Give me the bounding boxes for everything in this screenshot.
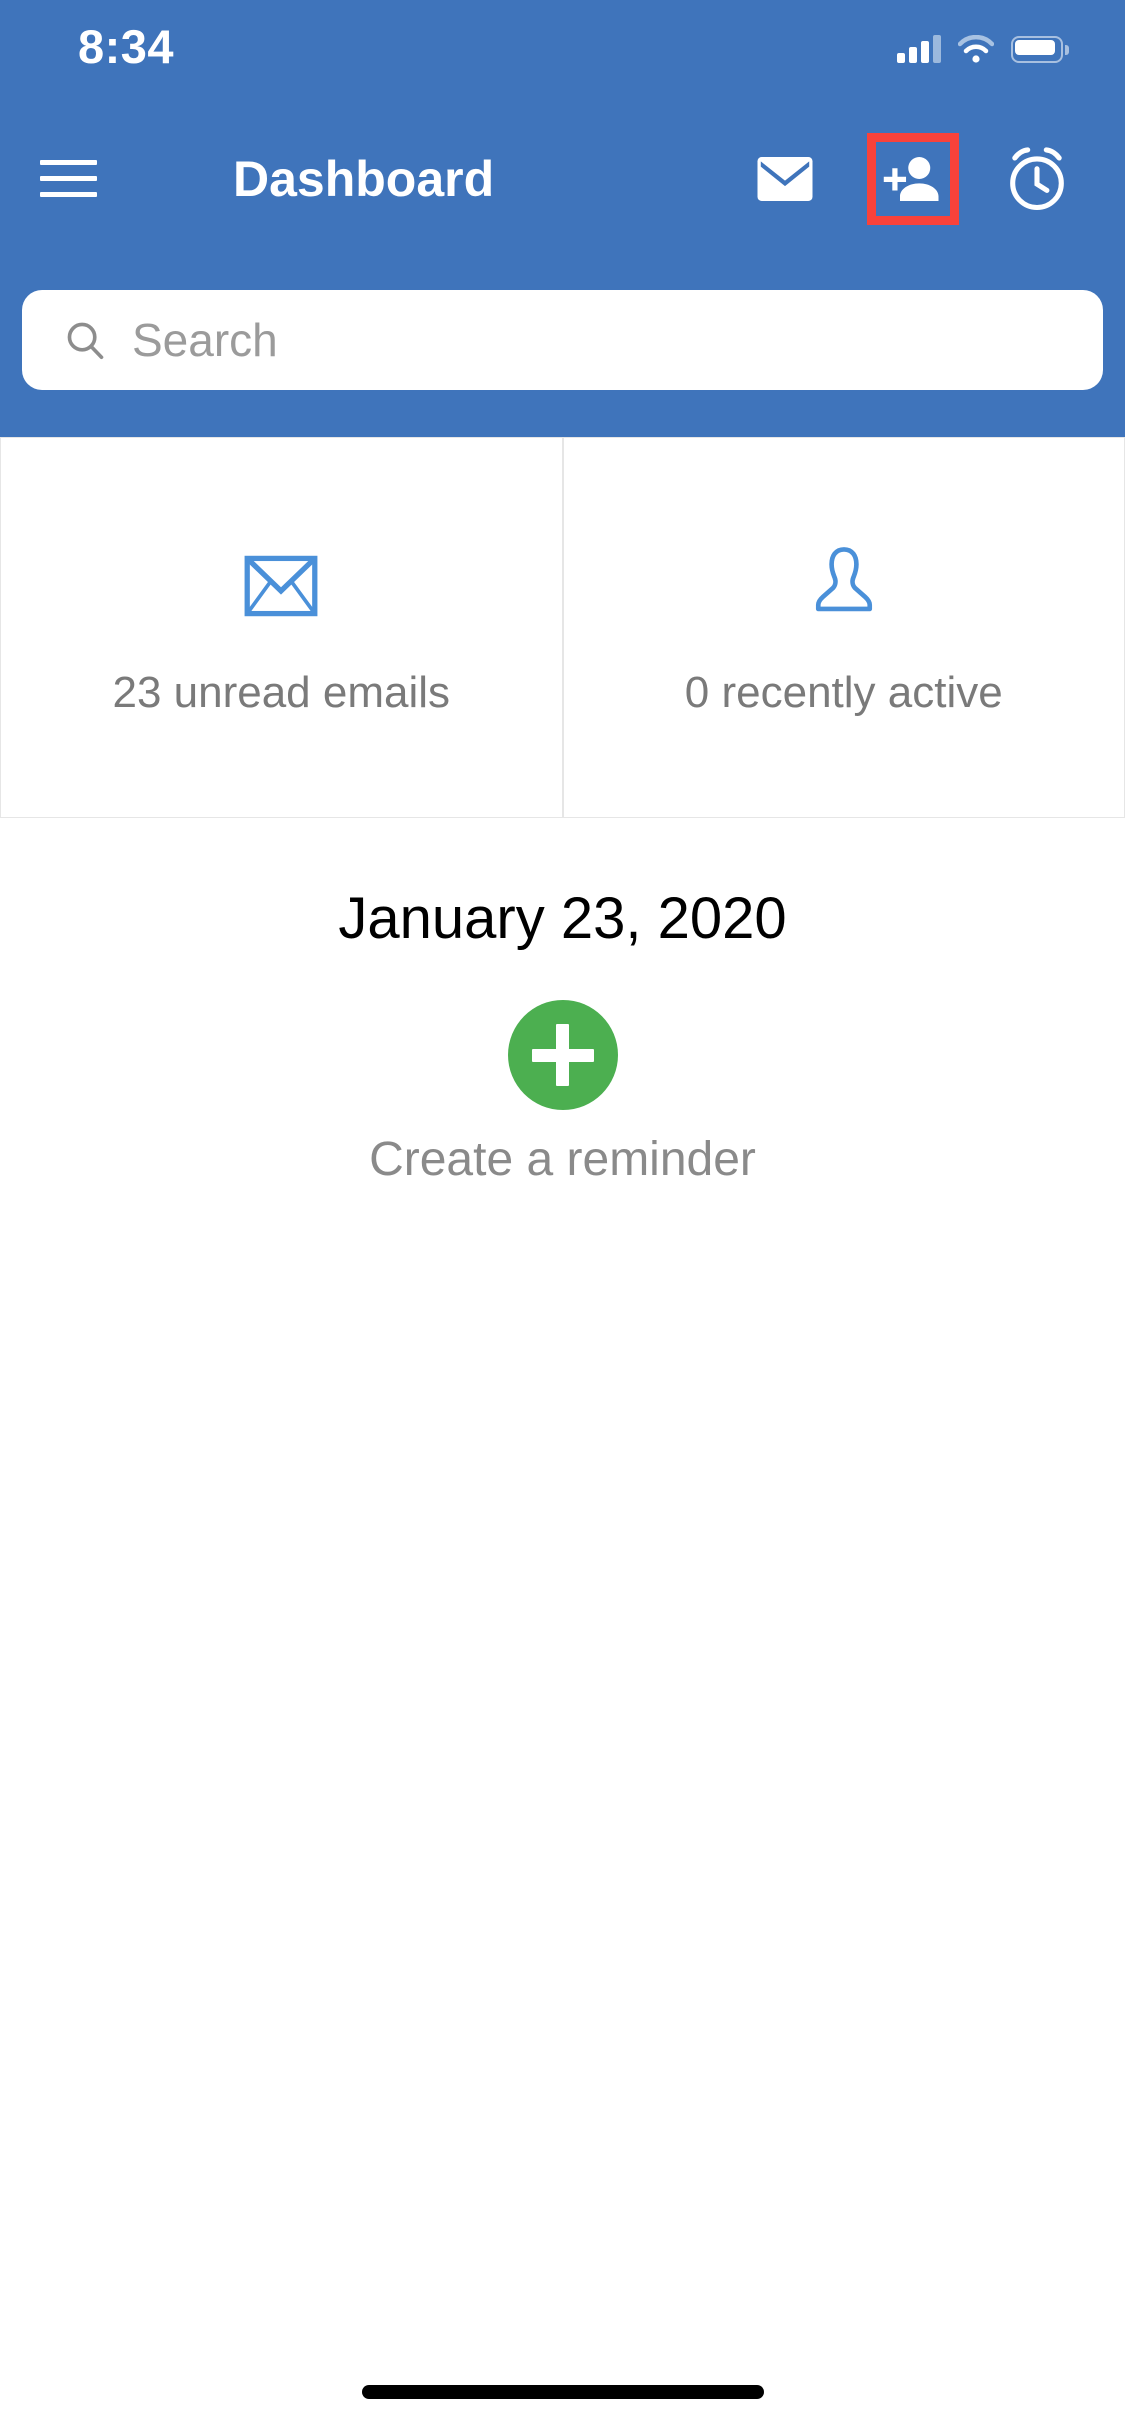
stat-cards: 23 unread emails 0 recently active (0, 437, 1125, 818)
hamburger-menu-icon[interactable] (40, 151, 104, 207)
mail-icon (757, 156, 813, 201)
status-icons (897, 29, 1069, 63)
cellular-signal-icon (897, 35, 941, 63)
search-placeholder: Search (132, 314, 278, 366)
envelope-outline-icon (243, 541, 319, 631)
create-reminder-section: Create a reminder (0, 1000, 1125, 1184)
recently-active-label: 0 recently active (684, 667, 1003, 717)
phone-screen: 8:34 Dashboard Search 23 unread emails 0… (0, 0, 1125, 2436)
alarm-clock-icon (1010, 146, 1064, 210)
battery-icon (1011, 36, 1069, 63)
search-input[interactable]: Search (22, 290, 1103, 390)
create-reminder-button[interactable] (507, 1000, 618, 1110)
add-person-button[interactable] (859, 127, 963, 231)
status-bar: 8:34 (0, 0, 1125, 92)
wifi-icon (957, 34, 995, 63)
plus-icon-vertical (556, 1024, 569, 1086)
unread-emails-label: 23 unread emails (112, 667, 451, 717)
recently-active-card[interactable]: 0 recently active (562, 437, 1125, 818)
person-add-icon (883, 156, 939, 201)
search-container: Search (0, 290, 1125, 408)
unread-emails-card[interactable]: 23 unread emails (0, 437, 563, 818)
create-reminder-label: Create a reminder (369, 1133, 756, 1186)
navigation-bar: Dashboard (0, 92, 1125, 265)
mail-button[interactable] (733, 127, 837, 231)
navbar-actions (733, 127, 1089, 231)
alarm-button[interactable] (985, 127, 1089, 231)
person-outline-icon (813, 541, 875, 631)
home-indicator[interactable] (361, 2385, 764, 2399)
page-title: Dashboard (233, 150, 495, 207)
search-icon (67, 322, 104, 360)
status-time: 8:34 (78, 19, 175, 73)
current-date: January 23, 2020 (338, 886, 787, 951)
